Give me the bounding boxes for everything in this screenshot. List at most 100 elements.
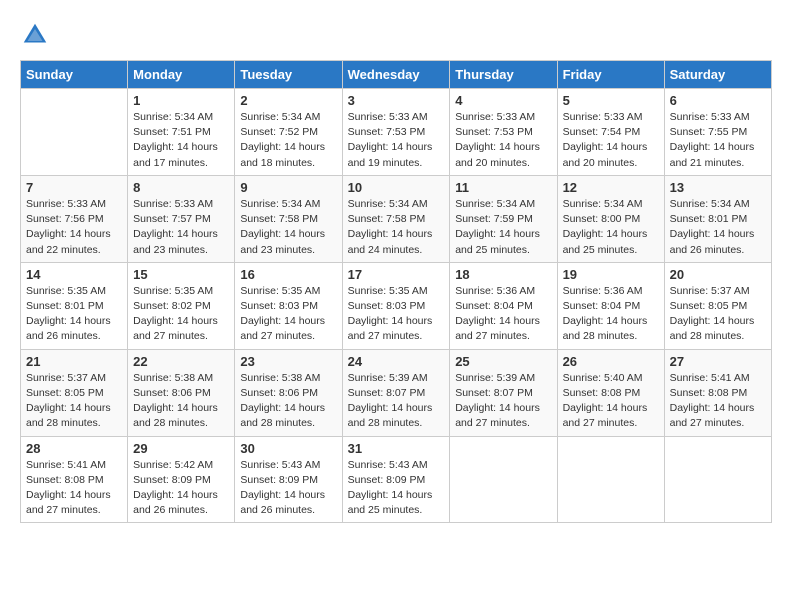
calendar-header-row: SundayMondayTuesdayWednesdayThursdayFrid… — [21, 61, 772, 89]
day-info: Sunrise: 5:34 AMSunset: 7:58 PMDaylight:… — [348, 197, 445, 258]
calendar-cell: 1 Sunrise: 5:34 AMSunset: 7:51 PMDaylight… — [128, 89, 235, 176]
day-info: Sunrise: 5:34 AMSunset: 7:59 PMDaylight:… — [455, 197, 551, 258]
day-number: 3 — [348, 93, 445, 108]
calendar-cell: 17 Sunrise: 5:35 AMSunset: 8:03 PMDayligh… — [342, 262, 450, 349]
day-number: 18 — [455, 267, 551, 282]
calendar-cell: 20Sunrise: 5:37 AMSunset: 8:05 PMDayligh… — [664, 262, 771, 349]
calendar-cell: 2 Sunrise: 5:34 AMSunset: 7:52 PMDaylight… — [235, 89, 342, 176]
day-info: Sunrise: 5:34 AMSunset: 7:52 PMDaylight:… — [240, 110, 336, 171]
day-number: 28 — [26, 441, 122, 456]
day-number: 23 — [240, 354, 336, 369]
day-number: 2 — [240, 93, 336, 108]
calendar-cell — [664, 436, 771, 523]
calendar-cell: 23 Sunrise: 5:38 AMSunset: 8:06 PMDayligh… — [235, 349, 342, 436]
day-number: 14 — [26, 267, 122, 282]
day-info: Sunrise: 5:37 AMSunset: 8:05 PMDaylight:… — [670, 284, 766, 345]
day-info: Sunrise: 5:34 AMSunset: 7:58 PMDaylight:… — [240, 197, 336, 258]
day-number: 26 — [563, 354, 659, 369]
calendar-week-row: 28 Sunrise: 5:41 AMSunset: 8:08 PMDayligh… — [21, 436, 772, 523]
day-info: Sunrise: 5:41 AMSunset: 8:08 PMDaylight:… — [670, 371, 766, 432]
day-number: 1 — [133, 93, 229, 108]
calendar-cell: 16 Sunrise: 5:35 AMSunset: 8:03 PMDayligh… — [235, 262, 342, 349]
day-info: Sunrise: 5:38 AMSunset: 8:06 PMDaylight:… — [240, 371, 336, 432]
day-info: Sunrise: 5:35 AMSunset: 8:03 PMDaylight:… — [240, 284, 336, 345]
day-info: Sunrise: 5:34 AMSunset: 8:01 PMDaylight:… — [670, 197, 766, 258]
day-info: Sunrise: 5:33 AMSunset: 7:55 PMDaylight:… — [670, 110, 766, 171]
day-info: Sunrise: 5:38 AMSunset: 8:06 PMDaylight:… — [133, 371, 229, 432]
column-header-sunday: Sunday — [21, 61, 128, 89]
logo — [20, 20, 54, 50]
day-number: 30 — [240, 441, 336, 456]
day-number: 21 — [26, 354, 122, 369]
calendar-cell: 14 Sunrise: 5:35 AMSunset: 8:01 PMDayligh… — [21, 262, 128, 349]
day-number: 9 — [240, 180, 336, 195]
calendar-cell: 22 Sunrise: 5:38 AMSunset: 8:06 PMDayligh… — [128, 349, 235, 436]
day-number: 24 — [348, 354, 445, 369]
day-info: Sunrise: 5:35 AMSunset: 8:01 PMDaylight:… — [26, 284, 122, 345]
calendar-cell — [450, 436, 557, 523]
day-number: 17 — [348, 267, 445, 282]
day-number: 31 — [348, 441, 445, 456]
day-info: Sunrise: 5:33 AMSunset: 7:57 PMDaylight:… — [133, 197, 229, 258]
day-number: 27 — [670, 354, 766, 369]
day-info: Sunrise: 5:36 AMSunset: 8:04 PMDaylight:… — [455, 284, 551, 345]
calendar-cell: 3 Sunrise: 5:33 AMSunset: 7:53 PMDaylight… — [342, 89, 450, 176]
calendar-cell: 29Sunrise: 5:42 AMSunset: 8:09 PMDayligh… — [128, 436, 235, 523]
day-info: Sunrise: 5:33 AMSunset: 7:56 PMDaylight:… — [26, 197, 122, 258]
day-number: 22 — [133, 354, 229, 369]
page-header — [20, 20, 772, 50]
calendar-cell: 13 Sunrise: 5:34 AMSunset: 8:01 PMDayligh… — [664, 175, 771, 262]
calendar-cell: 30 Sunrise: 5:43 AMSunset: 8:09 PMDayligh… — [235, 436, 342, 523]
calendar-cell: 10 Sunrise: 5:34 AMSunset: 7:58 PMDayligh… — [342, 175, 450, 262]
day-info: Sunrise: 5:33 AMSunset: 7:53 PMDaylight:… — [455, 110, 551, 171]
day-number: 7 — [26, 180, 122, 195]
day-number: 15 — [133, 267, 229, 282]
day-info: Sunrise: 5:36 AMSunset: 8:04 PMDaylight:… — [563, 284, 659, 345]
calendar-table: SundayMondayTuesdayWednesdayThursdayFrid… — [20, 60, 772, 523]
day-number: 8 — [133, 180, 229, 195]
calendar-cell: 6 Sunrise: 5:33 AMSunset: 7:55 PMDaylight… — [664, 89, 771, 176]
calendar-cell: 15 Sunrise: 5:35 AMSunset: 8:02 PMDayligh… — [128, 262, 235, 349]
calendar-cell: 11 Sunrise: 5:34 AMSunset: 7:59 PMDayligh… — [450, 175, 557, 262]
calendar-cell: 18 Sunrise: 5:36 AMSunset: 8:04 PMDayligh… — [450, 262, 557, 349]
column-header-thursday: Thursday — [450, 61, 557, 89]
day-number: 16 — [240, 267, 336, 282]
column-header-wednesday: Wednesday — [342, 61, 450, 89]
day-info: Sunrise: 5:35 AMSunset: 8:02 PMDaylight:… — [133, 284, 229, 345]
calendar-cell: 19 Sunrise: 5:36 AMSunset: 8:04 PMDayligh… — [557, 262, 664, 349]
day-info: Sunrise: 5:35 AMSunset: 8:03 PMDaylight:… — [348, 284, 445, 345]
day-info: Sunrise: 5:33 AMSunset: 7:53 PMDaylight:… — [348, 110, 445, 171]
day-info: Sunrise: 5:43 AMSunset: 8:09 PMDaylight:… — [240, 458, 336, 519]
day-info: Sunrise: 5:40 AMSunset: 8:08 PMDaylight:… — [563, 371, 659, 432]
calendar-cell: 5 Sunrise: 5:33 AMSunset: 7:54 PMDaylight… — [557, 89, 664, 176]
calendar-cell — [557, 436, 664, 523]
column-header-saturday: Saturday — [664, 61, 771, 89]
calendar-cell: 28 Sunrise: 5:41 AMSunset: 8:08 PMDayligh… — [21, 436, 128, 523]
column-header-friday: Friday — [557, 61, 664, 89]
calendar-cell: 21 Sunrise: 5:37 AMSunset: 8:05 PMDayligh… — [21, 349, 128, 436]
calendar-cell: 24Sunrise: 5:39 AMSunset: 8:07 PMDayligh… — [342, 349, 450, 436]
column-header-tuesday: Tuesday — [235, 61, 342, 89]
day-number: 11 — [455, 180, 551, 195]
calendar-week-row: 21 Sunrise: 5:37 AMSunset: 8:05 PMDayligh… — [21, 349, 772, 436]
calendar-cell: 27 Sunrise: 5:41 AMSunset: 8:08 PMDayligh… — [664, 349, 771, 436]
day-info: Sunrise: 5:37 AMSunset: 8:05 PMDaylight:… — [26, 371, 122, 432]
calendar-cell: 12Sunrise: 5:34 AMSunset: 8:00 PMDayligh… — [557, 175, 664, 262]
calendar-cell: 31Sunrise: 5:43 AMSunset: 8:09 PMDayligh… — [342, 436, 450, 523]
day-number: 12 — [563, 180, 659, 195]
calendar-week-row: 7 Sunrise: 5:33 AMSunset: 7:56 PMDaylight… — [21, 175, 772, 262]
day-number: 13 — [670, 180, 766, 195]
day-info: Sunrise: 5:41 AMSunset: 8:08 PMDaylight:… — [26, 458, 122, 519]
column-header-monday: Monday — [128, 61, 235, 89]
day-number: 19 — [563, 267, 659, 282]
day-number: 4 — [455, 93, 551, 108]
day-number: 6 — [670, 93, 766, 108]
day-number: 5 — [563, 93, 659, 108]
day-number: 29 — [133, 441, 229, 456]
day-info: Sunrise: 5:34 AMSunset: 7:51 PMDaylight:… — [133, 110, 229, 171]
day-info: Sunrise: 5:33 AMSunset: 7:54 PMDaylight:… — [563, 110, 659, 171]
calendar-cell: 4 Sunrise: 5:33 AMSunset: 7:53 PMDaylight… — [450, 89, 557, 176]
day-info: Sunrise: 5:39 AMSunset: 8:07 PMDaylight:… — [455, 371, 551, 432]
day-number: 10 — [348, 180, 445, 195]
calendar-cell: 25Sunrise: 5:39 AMSunset: 8:07 PMDayligh… — [450, 349, 557, 436]
